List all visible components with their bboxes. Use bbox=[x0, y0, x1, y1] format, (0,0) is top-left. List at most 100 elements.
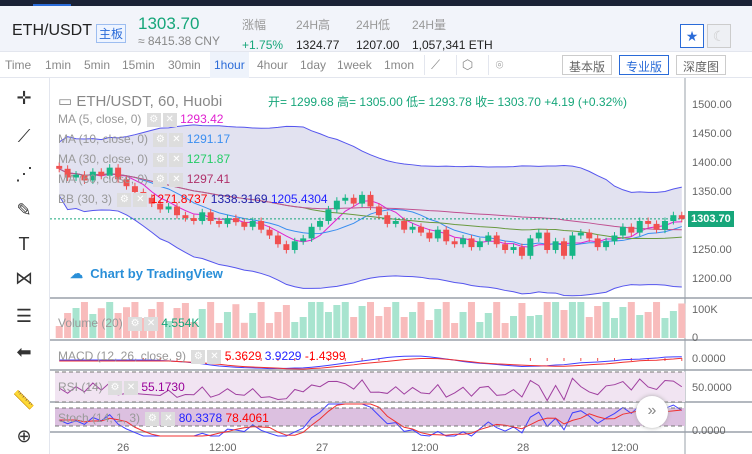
volume-bar bbox=[341, 302, 349, 338]
crosshair-icon[interactable]: ✛ bbox=[10, 88, 38, 112]
volume-bar bbox=[442, 302, 450, 338]
candle bbox=[594, 238, 601, 248]
scroll-to-realtime-button[interactable]: » bbox=[636, 396, 668, 428]
volume-bar bbox=[291, 322, 299, 338]
stat-change: 涨幅 +1.75% bbox=[242, 18, 284, 52]
zoom-in-icon[interactable]: ⊕ bbox=[10, 426, 38, 450]
macd-tick: 0.0000 bbox=[692, 353, 726, 365]
back-arrow-icon[interactable]: ⬅ bbox=[10, 342, 38, 366]
volume-bar bbox=[619, 307, 627, 338]
candle bbox=[476, 241, 483, 248]
volume-bar bbox=[627, 302, 635, 338]
favorite-star-icon[interactable]: ★ bbox=[680, 24, 704, 48]
candle bbox=[216, 221, 223, 224]
tf-30min[interactable]: 30min bbox=[168, 58, 201, 72]
volume-bar bbox=[207, 302, 215, 338]
chart-title: ▭ ETH/USDT, 60, Huobi bbox=[58, 93, 223, 110]
volume-tick: 100K bbox=[692, 304, 718, 316]
candle bbox=[443, 229, 450, 242]
candle bbox=[569, 235, 576, 256]
volume-bar bbox=[409, 312, 417, 338]
price-tick: 1450.00 bbox=[692, 128, 732, 140]
brush-icon[interactable]: ✎ bbox=[10, 200, 38, 224]
tf-15min[interactable]: 15min bbox=[122, 58, 155, 72]
indicators-icon[interactable]: ⬡ bbox=[456, 55, 478, 75]
candle bbox=[518, 247, 525, 256]
candle bbox=[544, 232, 551, 250]
price-tick: 1500.00 bbox=[692, 99, 732, 111]
view-depth-button[interactable]: 深度图 bbox=[676, 55, 727, 75]
view-pro-button[interactable]: 专业版 bbox=[619, 55, 670, 75]
candle bbox=[266, 229, 273, 236]
candle bbox=[645, 221, 652, 224]
cny-price: ≈ 8415.38 CNY bbox=[138, 34, 220, 48]
time-tick: 12:00 bbox=[209, 442, 237, 454]
candle bbox=[468, 238, 475, 248]
volume-bar bbox=[257, 302, 265, 338]
view-basic-button[interactable]: 基本版 bbox=[562, 55, 613, 75]
candle bbox=[325, 209, 332, 221]
legend-stoch: Stoch (14, 1, 3) ⚙ ✕ 80.3378 78.4061 bbox=[58, 411, 269, 426]
fullscreen-icon[interactable]: ⌾ bbox=[488, 55, 510, 75]
board-tag[interactable]: 主板 bbox=[96, 24, 127, 43]
candle bbox=[367, 194, 374, 207]
volume-bar bbox=[232, 304, 240, 338]
candle bbox=[678, 215, 685, 219]
candle bbox=[552, 241, 559, 250]
legend-rsi: RSI (14) ⚙ ✕ 55.1730 bbox=[58, 380, 185, 395]
tf-1mon[interactable]: 1mon bbox=[384, 58, 414, 72]
candle bbox=[241, 222, 248, 227]
volume-bar bbox=[400, 317, 408, 338]
candle bbox=[291, 241, 298, 250]
text-icon[interactable]: T bbox=[10, 234, 38, 258]
volume-bar bbox=[459, 312, 467, 338]
trend-line-icon[interactable]: ⟋ bbox=[10, 126, 38, 150]
tf-1day[interactable]: 1day bbox=[300, 58, 326, 72]
volume-bar bbox=[223, 312, 231, 338]
volume-bar bbox=[299, 317, 307, 338]
tradingview-watermark[interactable]: ☁ Chart by TradingView bbox=[70, 266, 223, 282]
tf-5min[interactable]: 5min bbox=[84, 58, 110, 72]
fib-icon[interactable]: ⋰ bbox=[10, 164, 38, 188]
candle bbox=[350, 197, 357, 204]
volume-bar bbox=[644, 312, 652, 338]
candle bbox=[586, 232, 593, 239]
candle bbox=[333, 200, 340, 210]
tf-4hour[interactable]: 4hour bbox=[257, 58, 288, 72]
stat-high: 24H高 1324.77 bbox=[296, 18, 340, 52]
candle bbox=[308, 226, 315, 239]
time-tick: 27 bbox=[316, 442, 329, 454]
volume-bar bbox=[467, 302, 475, 338]
pattern-icon[interactable]: ⋈ bbox=[10, 268, 38, 292]
candle bbox=[274, 235, 281, 245]
chart-type-icon[interactable]: ⟋ bbox=[424, 55, 446, 75]
gann-icon[interactable]: ☰ bbox=[10, 306, 38, 330]
volume-bar bbox=[518, 303, 526, 338]
candle bbox=[249, 221, 256, 227]
candle bbox=[460, 238, 467, 245]
candle bbox=[535, 232, 542, 239]
tf-time[interactable]: Time bbox=[5, 58, 31, 72]
price-tick: 1350.00 bbox=[692, 186, 732, 198]
stat-low: 24H低 1207.00 bbox=[356, 18, 400, 52]
tf-1week[interactable]: 1week bbox=[337, 58, 372, 72]
volume-bar bbox=[602, 302, 610, 338]
candle bbox=[199, 212, 206, 221]
volume-bar bbox=[451, 323, 459, 338]
stat-volume: 24H量 1,057,341 ETH bbox=[412, 18, 493, 52]
candle bbox=[173, 206, 180, 216]
candle bbox=[392, 221, 399, 224]
tf-1min[interactable]: 1min bbox=[45, 58, 71, 72]
volume-bar bbox=[425, 320, 433, 338]
ruler-icon[interactable]: 📏 bbox=[10, 390, 38, 414]
volume-bar bbox=[552, 302, 560, 338]
volume-bar bbox=[484, 313, 492, 338]
volume-bar bbox=[375, 316, 383, 338]
price-tick: 1250.00 bbox=[692, 244, 732, 256]
tf-1hour[interactable]: 1hour bbox=[210, 52, 249, 78]
candle bbox=[661, 221, 668, 230]
pair-name: ETH/USDT bbox=[12, 22, 92, 39]
dark-mode-moon-icon[interactable]: ☾ bbox=[707, 24, 731, 48]
volume-bar bbox=[324, 312, 332, 338]
volume-bar bbox=[367, 302, 374, 338]
